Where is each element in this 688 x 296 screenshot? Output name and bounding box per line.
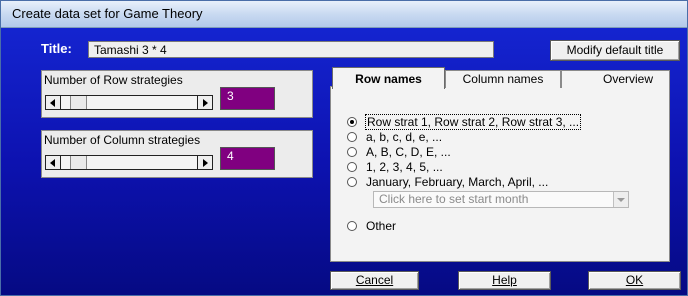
option-label: Other xyxy=(366,218,397,233)
column-strategies-scrollbar[interactable] xyxy=(45,155,213,170)
radio-button[interactable] xyxy=(347,146,357,157)
row-strategies-value: 3 xyxy=(220,87,275,110)
arrow-left-icon[interactable] xyxy=(46,156,61,169)
start-month-combo[interactable]: Click here to set start month xyxy=(373,191,629,208)
tab-column-names[interactable]: Column names xyxy=(445,70,561,88)
option-label: a, b, c, d, e, ... xyxy=(366,129,443,144)
dialog-window: Create data set for Game Theory Title: T… xyxy=(0,0,688,296)
radio-button[interactable] xyxy=(347,220,357,231)
radio-option-months[interactable]: January, February, March, April, ... xyxy=(347,174,548,189)
option-label: 1, 2, 3, 4, 5, ... xyxy=(366,159,443,174)
arrow-right-icon[interactable] xyxy=(197,156,212,169)
modify-default-title-button[interactable]: Modify default title xyxy=(550,40,680,61)
ok-button[interactable]: OK xyxy=(588,271,681,290)
radio-option-lowercase[interactable]: a, b, c, d, e, ... xyxy=(347,129,442,144)
scroll-thumb[interactable] xyxy=(70,156,87,169)
row-strategies-scrollbar[interactable] xyxy=(45,95,213,110)
radio-button-checked[interactable] xyxy=(347,116,357,127)
column-strategies-label: Number of Column strategies xyxy=(44,133,201,147)
radio-option-uppercase[interactable]: A, B, C, D, E, ... xyxy=(347,144,451,159)
arrow-right-icon[interactable] xyxy=(197,96,212,109)
radio-option-row-strat[interactable]: Row strat 1, Row strat 2, Row strat 3, .… xyxy=(347,113,582,130)
radio-button[interactable] xyxy=(347,131,357,142)
title-input[interactable]: Tamashi 3 * 4 xyxy=(88,41,494,58)
tab-row-names[interactable]: Row names xyxy=(332,67,445,89)
arrow-left-icon[interactable] xyxy=(46,96,61,109)
help-button[interactable]: Help xyxy=(458,271,551,290)
column-strategies-value: 4 xyxy=(220,147,275,170)
radio-option-numbers[interactable]: 1, 2, 3, 4, 5, ... xyxy=(347,159,443,174)
help-label: Help xyxy=(492,273,517,287)
start-month-placeholder: Click here to set start month xyxy=(379,192,529,206)
radio-button[interactable] xyxy=(347,176,357,187)
radio-button[interactable] xyxy=(347,161,357,172)
cancel-button[interactable]: Cancel xyxy=(330,271,419,290)
tab-overview[interactable]: Overview xyxy=(561,70,670,88)
option-label: January, February, March, April, ... xyxy=(366,174,549,189)
option-label: A, B, C, D, E, ... xyxy=(366,144,451,159)
ok-label: OK xyxy=(625,273,644,287)
title-label: Title: xyxy=(41,41,72,56)
scroll-thumb[interactable] xyxy=(70,96,87,109)
cancel-label: Cancel xyxy=(355,273,394,287)
chevron-down-icon[interactable] xyxy=(613,192,628,207)
title-bar[interactable]: Create data set for Game Theory xyxy=(1,1,687,28)
column-strategies-group: Number of Column strategies 4 xyxy=(41,130,313,178)
option-label: Row strat 1, Row strat 2, Row strat 3, .… xyxy=(364,113,582,130)
radio-option-other[interactable]: Other xyxy=(347,218,396,233)
row-strategies-group: Number of Row strategies 3 xyxy=(41,70,313,118)
window-title: Create data set for Game Theory xyxy=(12,6,203,21)
row-strategies-label: Number of Row strategies xyxy=(44,73,183,87)
